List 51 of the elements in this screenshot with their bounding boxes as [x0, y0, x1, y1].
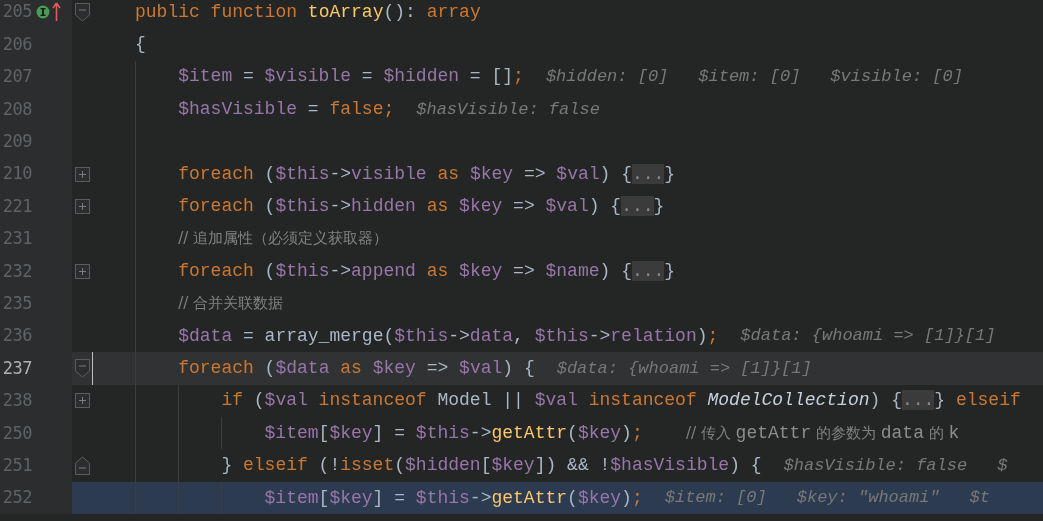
code-line: $item[$key] = $this->getAttr($key); // 传入 getAttr 的参数为 data 的 k: [264, 421, 960, 445]
line-number: 206: [1, 32, 32, 56]
code-line: if ($val instanceof Model || $val instanceof ModelCollection) {...} elseif: [221, 389, 1021, 413]
line-number: 210: [1, 162, 32, 186]
line-number: 252: [1, 486, 32, 510]
code-line: foreach ($data as $key => $val) {: [178, 357, 535, 380]
expand-icon[interactable]: [74, 166, 90, 182]
line-number: 232: [1, 259, 32, 283]
implemented-icon[interactable]: [36, 5, 50, 20]
line-number: 205: [1, 0, 32, 24]
line-number: 208: [1, 97, 32, 121]
inline-value-hint: $hasVisible: false: [416, 98, 600, 121]
line-number: 250: [1, 421, 32, 445]
inline-value-hint: $item: [0]: [664, 487, 767, 510]
line-number: 221: [1, 194, 32, 218]
line-number: 235: [1, 291, 32, 315]
code-line: $item[$key] = $this->getAttr($key);: [264, 486, 643, 510]
line-number: 231: [1, 227, 32, 251]
inline-value-hint: $item: [0]: [698, 66, 801, 89]
line-number: 207: [1, 65, 32, 89]
up-arrow-icon[interactable]: [52, 2, 61, 23]
code-line: $item = $visible = $hidden = [];: [178, 65, 524, 89]
expand-icon[interactable]: [74, 263, 90, 279]
fold-icon[interactable]: [74, 2, 90, 22]
code-line: foreach ($this->visible as $key => $val) {...}: [178, 162, 676, 186]
code-line: // 合并关联数据: [178, 293, 284, 315]
inline-value-hint: $hidden: [0]: [545, 66, 669, 89]
inline-value-hint: $key: "whoami": [796, 487, 940, 510]
expand-icon[interactable]: [74, 199, 90, 215]
code-line: foreach ($this->hidden as $key => $val) {...}: [178, 195, 665, 219]
inline-value-hint: $t: [969, 487, 990, 510]
inline-value-hint: $data: {whoami => [1]}[1]: [556, 357, 812, 380]
fold-icon[interactable]: [74, 456, 90, 476]
inline-value-hint: $visible: [0]: [830, 66, 963, 89]
code-line: {: [135, 33, 146, 57]
inline-value-hint: $hasVisible: false: [783, 454, 968, 477]
inline-value-hint: $data: {whoami => [1]}[1]: [740, 325, 996, 348]
expand-icon[interactable]: [74, 393, 90, 409]
code-line: $data = array_merge($this->data, $this->relation);: [178, 324, 719, 348]
inline-value-hint: $: [997, 454, 1008, 477]
line-number: 237: [1, 356, 32, 380]
code-line: } elseif (!isset($hidden[$key]) && !$hasVisible) {: [221, 454, 762, 478]
line-number: 236: [1, 324, 32, 348]
code-line: $hasVisible = false;: [178, 97, 395, 121]
code-line: // 追加属性（必须定义获取器）: [178, 228, 389, 250]
fold-icon[interactable]: [74, 359, 90, 378]
code-line: foreach ($this->append as $key => $name) {...}: [178, 259, 676, 283]
line-number: 209: [1, 130, 32, 153]
code-line: public function toArray(): array: [135, 0, 481, 24]
line-number: 238: [1, 389, 32, 413]
line-number: 251: [1, 453, 32, 477]
